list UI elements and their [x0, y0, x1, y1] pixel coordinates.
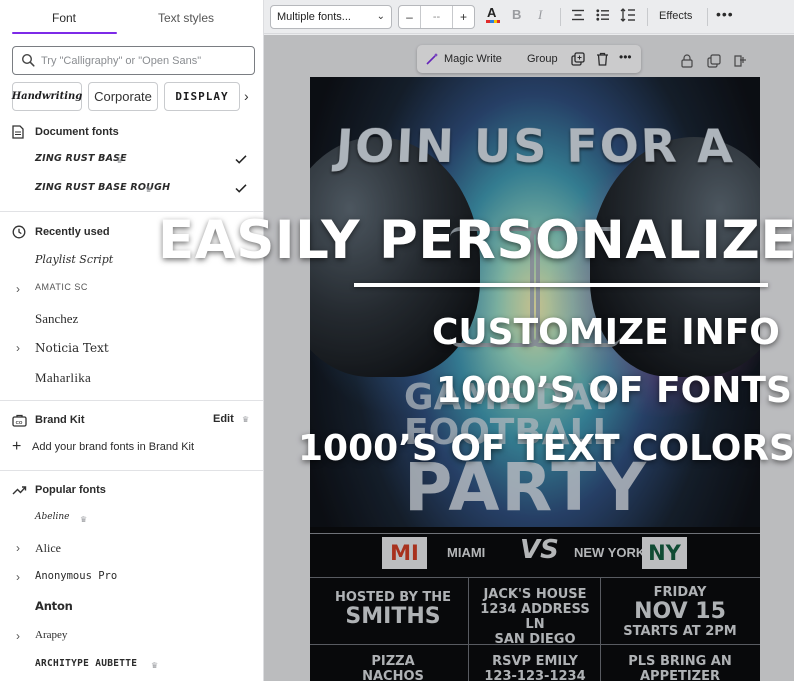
font-category-chips: Handwriting Corporate DISPLAY ›	[12, 82, 263, 112]
add-brand-fonts-label: Add your brand fonts in Brand Kit	[32, 441, 195, 453]
font-item[interactable]: › Noticia Text	[0, 338, 263, 360]
promo-line-customize: CUSTOMIZE INFO	[432, 312, 780, 353]
chevron-right-icon[interactable]: ›	[16, 282, 20, 296]
chip-handwriting[interactable]: Handwriting	[12, 82, 82, 111]
popular-fonts-header: Popular fonts	[12, 481, 106, 499]
tab-text-styles[interactable]: Text styles	[158, 11, 214, 25]
align-center-icon[interactable]	[571, 9, 585, 24]
chevron-right-icon[interactable]: ›	[16, 629, 20, 643]
chip-display[interactable]: DISPLAY	[164, 82, 240, 111]
font-name: Noticia Text	[35, 341, 109, 355]
chip-corporate[interactable]: Corporate	[88, 82, 158, 111]
font-item[interactable]: Anton	[0, 596, 263, 618]
font-item[interactable]: ZING RUST BASE ♛	[0, 150, 263, 172]
font-name: Anton	[35, 599, 73, 613]
check-icon	[234, 152, 248, 171]
font-size-input[interactable]: --	[421, 6, 452, 28]
font-name: Sanchez	[35, 311, 79, 326]
crown-icon: ♛	[145, 185, 153, 194]
document-icon	[12, 125, 28, 139]
trending-icon	[12, 484, 28, 496]
divider	[0, 400, 263, 401]
text-toolbar: Multiple fonts... ⌄ – -- + A B I Effects…	[264, 0, 794, 34]
panel-tabs: Font Text styles	[0, 0, 263, 36]
font-item[interactable]: › Arapey	[0, 626, 263, 648]
font-item[interactable]: ARCHITYPE AUBETTE ♛	[0, 655, 263, 677]
crown-icon: ♛	[80, 515, 88, 524]
font-item[interactable]: Sanchez	[0, 308, 263, 330]
document-fonts-title: Document fonts	[35, 126, 119, 138]
active-tab-indicator	[12, 32, 117, 34]
font-name: Maharlika	[35, 370, 92, 385]
promo-line-fonts: 1000’S OF FONTS	[436, 370, 792, 411]
divider	[0, 470, 263, 471]
font-name: ZING RUST BASE	[35, 153, 127, 164]
crown-icon: ♛	[116, 156, 124, 165]
font-name: AMATIC SC	[35, 282, 88, 292]
chevron-right-icon[interactable]: ›	[16, 341, 20, 355]
document-fonts-header: Document fonts	[12, 123, 119, 141]
font-name: Alice	[35, 541, 61, 555]
brand-kit-row: Edit ♛	[0, 410, 263, 430]
font-item[interactable]: Maharlika	[0, 367, 263, 389]
search-icon	[21, 53, 35, 72]
font-panel: Font Text styles Handwriting Corporate D…	[0, 0, 264, 681]
font-family-value: Multiple fonts...	[277, 11, 351, 23]
font-family-dropdown[interactable]: Multiple fonts... ⌄	[270, 5, 392, 29]
line-spacing-icon[interactable]	[620, 8, 636, 25]
chevron-right-icon[interactable]: ›	[16, 541, 20, 555]
bullet-list-icon[interactable]	[596, 9, 610, 24]
promo-title: EASILY PERSONALIZE	[158, 210, 794, 271]
promo-line-colors: 1000’S OF TEXT COLORS	[298, 428, 794, 469]
chevron-right-icon[interactable]: ›	[16, 570, 20, 584]
add-brand-fonts-button[interactable]: + Add your brand fonts in Brand Kit	[12, 438, 195, 455]
font-name: Arapey	[35, 629, 68, 641]
recently-used-title: Recently used	[35, 226, 110, 238]
bold-button[interactable]: B	[512, 7, 521, 22]
font-name: ARCHITYPE AUBETTE	[35, 658, 138, 669]
tab-font[interactable]: Font	[52, 11, 76, 25]
font-name: Abeline	[35, 512, 70, 522]
crown-icon: ♛	[242, 415, 250, 424]
font-item[interactable]: ZING RUST BASE ROUGH ♛	[0, 179, 263, 201]
increase-size-button[interactable]: +	[452, 6, 474, 28]
decrease-size-button[interactable]: –	[399, 6, 421, 28]
font-item[interactable]: Abeline ♛	[0, 509, 263, 531]
more-options-icon[interactable]: •••	[716, 6, 734, 22]
italic-button[interactable]: I	[538, 7, 542, 23]
promo-divider	[354, 283, 768, 287]
chevron-down-icon: ⌄	[376, 11, 385, 22]
font-item[interactable]: › AMATIC SC	[0, 279, 263, 301]
font-size-stepper: – -- +	[398, 5, 475, 29]
toolbar-separator	[707, 8, 708, 26]
font-item[interactable]: › Alice	[0, 538, 263, 560]
font-name: Anonymous Pro	[35, 570, 118, 582]
font-name: Playlist Script	[35, 253, 114, 266]
font-search-box[interactable]	[12, 46, 255, 75]
svg-text:A: A	[487, 5, 497, 20]
font-item[interactable]: › Anonymous Pro	[0, 567, 263, 589]
check-icon	[234, 181, 248, 200]
effects-button[interactable]: Effects	[659, 10, 692, 22]
recently-used-header: Recently used	[12, 223, 110, 241]
canvas-dim-overlay	[264, 35, 794, 681]
font-search-input[interactable]	[41, 51, 246, 70]
crown-icon: ♛	[151, 661, 159, 670]
text-color-button[interactable]: A	[485, 5, 501, 28]
toolbar-separator	[560, 8, 561, 26]
brand-kit-edit-link[interactable]: Edit	[213, 413, 234, 425]
popular-fonts-title: Popular fonts	[35, 484, 106, 496]
toolbar-separator	[647, 8, 648, 26]
clock-icon	[12, 225, 28, 239]
plus-icon: +	[12, 438, 22, 455]
chevron-right-icon[interactable]: ›	[244, 88, 249, 104]
